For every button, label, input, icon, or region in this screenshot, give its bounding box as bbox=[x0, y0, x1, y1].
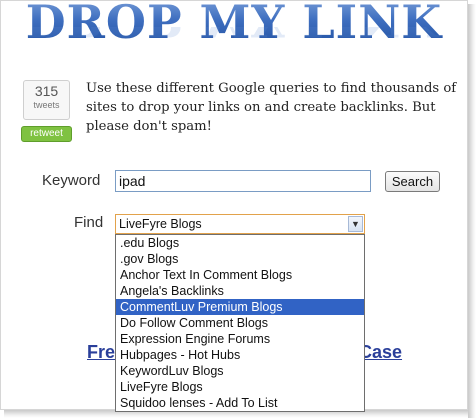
intro-text: Use these different Google queries to fi… bbox=[86, 81, 457, 134]
dropdown-option[interactable]: Anchor Text In Comment Blogs bbox=[116, 267, 364, 283]
frame-shadow-right bbox=[468, 4, 476, 418]
tweet-counter: 315 tweets bbox=[23, 80, 70, 120]
chevron-down-icon[interactable]: ▼ bbox=[348, 216, 363, 232]
page-frame: DROP MY LINK DROP MY LINK 315 tweets ret… bbox=[0, 0, 468, 412]
tweet-count-label: tweets bbox=[33, 100, 60, 110]
dropdown-option[interactable]: Hubpages - Hot Hubs bbox=[116, 347, 364, 363]
dropdown-option[interactable]: LiveFyre Blogs bbox=[116, 379, 364, 395]
dropdown-option[interactable]: .edu Blogs bbox=[116, 235, 364, 251]
dropdown-option[interactable]: Squidoo lenses - Add To List bbox=[116, 395, 364, 411]
search-button[interactable]: Search bbox=[385, 171, 440, 192]
find-selected-value: LiveFyre Blogs bbox=[119, 217, 202, 231]
promo-link-start[interactable]: Fre bbox=[87, 342, 115, 363]
promo-link-end[interactable]: Case bbox=[359, 342, 402, 363]
find-label: Find bbox=[74, 214, 104, 231]
find-select[interactable]: LiveFyre Blogs ▼ bbox=[115, 214, 365, 234]
dropdown-option[interactable]: .gov Blogs bbox=[116, 251, 364, 267]
dropdown-option[interactable]: Do Follow Comment Blogs bbox=[116, 315, 364, 331]
keyword-input[interactable]: ipad bbox=[115, 170, 371, 192]
keyword-label: Keyword bbox=[42, 172, 101, 189]
dropdown-option[interactable]: KeywordLuv Blogs bbox=[116, 363, 364, 379]
retweet-button[interactable]: retweet bbox=[21, 126, 72, 142]
dropdown-option-highlighted[interactable]: CommentLuv Premium Blogs bbox=[116, 299, 364, 315]
find-dropdown-list: .edu Blogs .gov Blogs Anchor Text In Com… bbox=[115, 234, 365, 412]
dropdown-option[interactable]: Angela's Backlinks bbox=[116, 283, 364, 299]
dropdown-option[interactable]: Expression Engine Forums bbox=[116, 331, 364, 347]
site-logo[interactable]: DROP MY LINK bbox=[1, 0, 467, 49]
tweet-count: 315 bbox=[34, 83, 59, 99]
